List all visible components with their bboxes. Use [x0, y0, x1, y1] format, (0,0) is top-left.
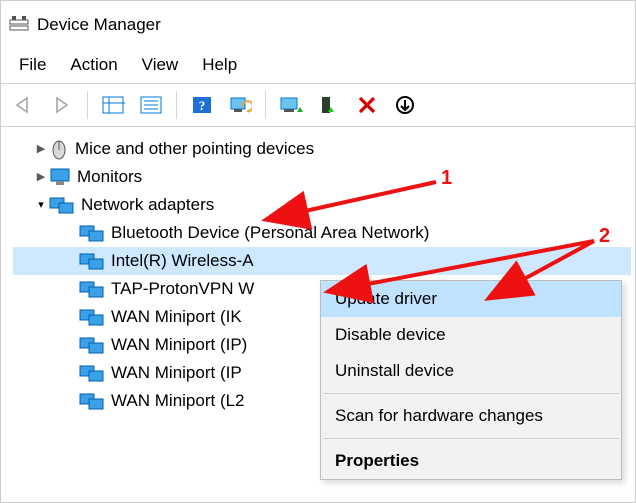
ctx-uninstall-device[interactable]: Uninstall device: [321, 353, 621, 389]
help-button[interactable]: ?: [184, 90, 220, 120]
context-menu: Update driver Disable device Uninstall d…: [320, 280, 622, 480]
show-hide-tree-button[interactable]: [95, 90, 131, 120]
menu-view[interactable]: View: [130, 53, 191, 77]
tree-item-label: TAP-ProtonVPN W: [111, 275, 254, 303]
chevron-down-icon[interactable]: ▾: [33, 191, 49, 219]
tree-item-label: Mice and other pointing devices: [75, 135, 314, 163]
network-adapter-icon: [79, 250, 105, 272]
tree-item-mice[interactable]: ▶ Mice and other pointing devices: [13, 135, 631, 163]
monitor-icon: [49, 166, 71, 188]
tree-item-intel-wireless[interactable]: Intel(R) Wireless-A: [13, 247, 631, 275]
network-adapter-icon: [79, 334, 105, 356]
tree-item-label: WAN Miniport (IK: [111, 303, 242, 331]
ctx-disable-device[interactable]: Disable device: [321, 317, 621, 353]
ctx-divider: [323, 438, 619, 439]
tree-item-label: Intel(R) Wireless-A: [111, 247, 254, 275]
network-adapter-icon: [79, 278, 105, 300]
enable-device-button[interactable]: [311, 90, 347, 120]
device-manager-window: Device Manager File Action View Help ?: [0, 0, 636, 503]
chevron-right-icon[interactable]: ▶: [33, 135, 49, 163]
network-adapter-icon: [79, 362, 105, 384]
update-driver-button[interactable]: [273, 90, 309, 120]
tree-item-label: Monitors: [77, 163, 142, 191]
ctx-update-driver[interactable]: Update driver: [321, 281, 621, 317]
titlebar: Device Manager: [1, 1, 635, 51]
app-icon: [9, 15, 29, 35]
toolbar-separator: [265, 91, 266, 119]
scan-hardware-button[interactable]: [222, 90, 258, 120]
tree-item-label: WAN Miniport (IP): [111, 331, 247, 359]
toolbar-separator: [176, 91, 177, 119]
tree-item-monitors[interactable]: ▶ Monitors: [13, 163, 631, 191]
tree-item-label: Network adapters: [81, 191, 214, 219]
tree-item-label: WAN Miniport (L2: [111, 387, 245, 415]
window-title: Device Manager: [37, 15, 161, 35]
menubar: File Action View Help: [1, 51, 635, 83]
chevron-right-icon[interactable]: ▶: [33, 163, 49, 191]
tree-item-network-adapters[interactable]: ▾ Network adapters: [13, 191, 631, 219]
network-adapter-icon: [79, 222, 105, 244]
uninstall-device-button[interactable]: [349, 90, 385, 120]
network-adapter-icon: [79, 306, 105, 328]
menu-help[interactable]: Help: [190, 53, 249, 77]
forward-button[interactable]: [44, 90, 80, 120]
disable-device-button[interactable]: [387, 90, 423, 120]
network-adapter-icon: [79, 390, 105, 412]
toolbar: ?: [1, 83, 635, 127]
tree-item-label: WAN Miniport (IP: [111, 359, 242, 387]
mouse-icon: [49, 138, 69, 160]
network-adapter-icon: [49, 194, 75, 216]
tree-item-label: Bluetooth Device (Personal Area Network): [111, 219, 429, 247]
ctx-scan-hardware[interactable]: Scan for hardware changes: [321, 398, 621, 434]
toolbar-separator: [87, 91, 88, 119]
ctx-divider: [323, 393, 619, 394]
back-button[interactable]: [6, 90, 42, 120]
menu-file[interactable]: File: [7, 53, 58, 77]
svg-text:?: ?: [199, 98, 206, 113]
tree-item-bluetooth[interactable]: Bluetooth Device (Personal Area Network): [13, 219, 631, 247]
properties-button[interactable]: [133, 90, 169, 120]
ctx-properties[interactable]: Properties: [321, 443, 621, 479]
menu-action[interactable]: Action: [58, 53, 129, 77]
